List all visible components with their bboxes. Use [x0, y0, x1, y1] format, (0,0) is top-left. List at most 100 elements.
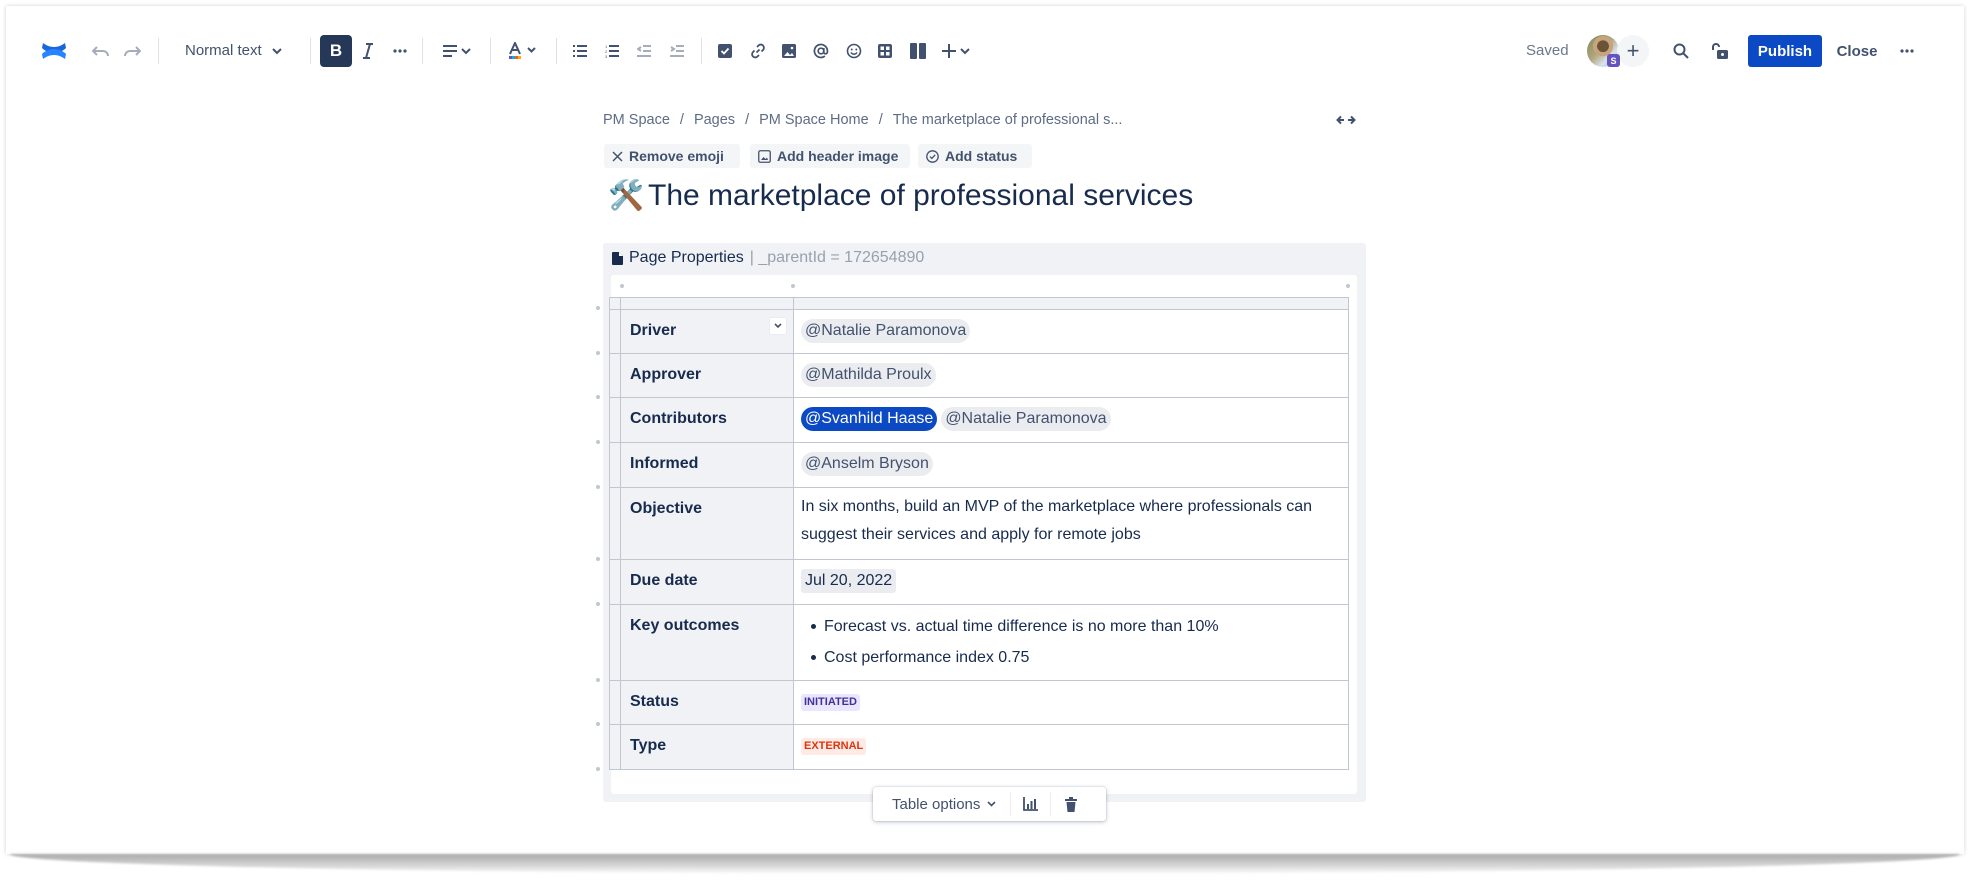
- table-header-cell[interactable]: [793, 297, 1349, 310]
- breadcrumb-separator: /: [878, 112, 883, 128]
- row-control-dot[interactable]: [596, 602, 600, 606]
- property-label-objective[interactable]: Objective: [620, 487, 794, 560]
- property-label-due-date[interactable]: Due date: [620, 559, 794, 605]
- page-emoji[interactable]: 🛠️: [608, 178, 644, 214]
- row-control-dot[interactable]: [596, 395, 600, 399]
- close-button[interactable]: Close: [1832, 35, 1882, 67]
- close-icon: [612, 150, 623, 162]
- invite-button[interactable]: +: [1617, 35, 1649, 67]
- row-control-dot[interactable]: [596, 351, 600, 355]
- user-mention[interactable]: @Anselm Bryson: [801, 452, 933, 476]
- column-control-dot[interactable]: [620, 284, 624, 288]
- property-value-objective[interactable]: In six months, build an MVP of the marke…: [793, 487, 1349, 560]
- numbered-list-icon[interactable]: 123: [599, 38, 625, 64]
- property-label-driver[interactable]: Driver: [620, 309, 794, 354]
- property-label-type[interactable]: Type: [620, 724, 794, 770]
- breadcrumb-separator: /: [745, 112, 750, 128]
- remove-emoji-button[interactable]: Remove emoji: [604, 144, 740, 168]
- property-label-contributors[interactable]: Contributors: [620, 397, 794, 443]
- row-control-dot[interactable]: [596, 678, 600, 682]
- property-value-approver[interactable]: @Mathilda Proulx: [793, 353, 1349, 398]
- toolbar-divider: [701, 38, 702, 64]
- delete-table-button[interactable]: [1051, 787, 1090, 821]
- column-control-dot[interactable]: [1346, 284, 1350, 288]
- add-status-button[interactable]: Add status: [918, 144, 1032, 168]
- publish-button[interactable]: Publish: [1748, 35, 1822, 67]
- property-label-approver[interactable]: Approver: [620, 353, 794, 398]
- row-control-dot[interactable]: [596, 485, 600, 489]
- property-value-due-date[interactable]: Jul 20, 2022: [793, 559, 1349, 605]
- full-width-toggle-icon[interactable]: [1336, 112, 1356, 128]
- layouts-icon[interactable]: [905, 38, 931, 64]
- image-icon[interactable]: [776, 38, 802, 64]
- page-title[interactable]: The marketplace of professional services: [648, 176, 1193, 216]
- property-label-key-outcomes[interactable]: Key outcomes: [620, 604, 794, 681]
- undo-icon[interactable]: [88, 38, 114, 64]
- text-style-dropdown[interactable]: Normal text: [185, 42, 262, 60]
- property-label-status[interactable]: Status: [620, 680, 794, 725]
- chevron-down-icon: [774, 323, 782, 329]
- status-badge[interactable]: INITIATED: [801, 694, 860, 711]
- property-label-informed[interactable]: Informed: [620, 442, 794, 488]
- emoji-icon[interactable]: [841, 38, 867, 64]
- date-chip[interactable]: Jul 20, 2022: [801, 569, 897, 593]
- bullet-list-icon[interactable]: [567, 38, 593, 64]
- table-row: Status INITIATED: [609, 680, 1349, 725]
- type-badge[interactable]: EXTERNAL: [801, 738, 867, 755]
- row-number-cell: [609, 442, 621, 488]
- property-value-status[interactable]: INITIATED: [793, 680, 1349, 725]
- outdent-icon[interactable]: [631, 38, 657, 64]
- table-header-cell[interactable]: [620, 297, 794, 310]
- breadcrumb: PM Space / Pages / PM Space Home / The m…: [603, 112, 1122, 128]
- trash-icon: [1064, 796, 1077, 812]
- more-formatting-icon[interactable]: [387, 38, 413, 64]
- user-mention[interactable]: @Natalie Paramonova: [801, 319, 971, 343]
- macro-parameters: | _parentId = 172654890: [749, 249, 925, 266]
- action-item-icon[interactable]: [712, 38, 738, 64]
- property-value-driver[interactable]: @Natalie Paramonova: [793, 309, 1349, 354]
- chevron-down-icon: [987, 801, 996, 807]
- more-actions-icon[interactable]: [1894, 38, 1920, 64]
- confluence-logo-icon[interactable]: [40, 36, 68, 66]
- mention-icon[interactable]: [808, 38, 834, 64]
- italic-icon[interactable]: [355, 38, 381, 64]
- row-control-dot[interactable]: [596, 557, 600, 561]
- objective-text: In six months, build an MVP of the marke…: [801, 498, 1313, 543]
- add-header-image-button[interactable]: Add header image: [750, 144, 910, 168]
- breadcrumb-item-space[interactable]: PM Space: [603, 112, 670, 128]
- user-mention-self[interactable]: @Svanhild Haase: [801, 407, 938, 431]
- outcomes-list: Forecast vs. actual time difference is n…: [806, 611, 1341, 673]
- row-number-cell: [609, 724, 621, 770]
- row-control-dot[interactable]: [596, 440, 600, 444]
- table-options-dropdown[interactable]: Table options: [873, 787, 1010, 821]
- property-value-type[interactable]: EXTERNAL: [793, 724, 1349, 770]
- breadcrumb-item-home[interactable]: PM Space Home: [759, 112, 869, 128]
- table-icon[interactable]: [872, 38, 898, 64]
- breadcrumb-item-current[interactable]: The marketplace of professional s...: [893, 112, 1123, 128]
- property-value-informed[interactable]: @Anselm Bryson: [793, 442, 1349, 488]
- redo-icon[interactable]: [119, 38, 145, 64]
- row-control-dot[interactable]: [596, 722, 600, 726]
- row-number-cell: [609, 487, 621, 560]
- text-color-icon[interactable]: [505, 38, 541, 64]
- search-icon[interactable]: [1668, 38, 1694, 64]
- unlock-restrictions-icon[interactable]: [1707, 38, 1733, 64]
- user-mention[interactable]: @Natalie Paramonova: [941, 407, 1111, 431]
- user-mention[interactable]: @Mathilda Proulx: [801, 363, 936, 387]
- check-circle-icon: [926, 149, 939, 163]
- plus-icon: +: [1626, 38, 1640, 63]
- link-icon[interactable]: [745, 38, 771, 64]
- insert-more-plus-icon[interactable]: [938, 38, 976, 64]
- breadcrumb-item-pages[interactable]: Pages: [694, 112, 735, 128]
- property-value-contributors[interactable]: @Svanhild Haase @Natalie Paramonova: [793, 397, 1349, 443]
- text-style-chevron-down-icon[interactable]: [266, 38, 288, 64]
- cell-options-button[interactable]: [769, 317, 787, 335]
- property-value-key-outcomes[interactable]: Forecast vs. actual time difference is n…: [793, 604, 1349, 681]
- bold-button[interactable]: B: [320, 35, 352, 67]
- row-control-dot[interactable]: [596, 306, 600, 310]
- indent-icon[interactable]: [664, 38, 690, 64]
- column-control-dot[interactable]: [791, 284, 795, 288]
- text-alignment-icon[interactable]: [437, 38, 479, 64]
- insert-chart-button[interactable]: [1011, 787, 1050, 821]
- row-control-dot[interactable]: [596, 767, 600, 771]
